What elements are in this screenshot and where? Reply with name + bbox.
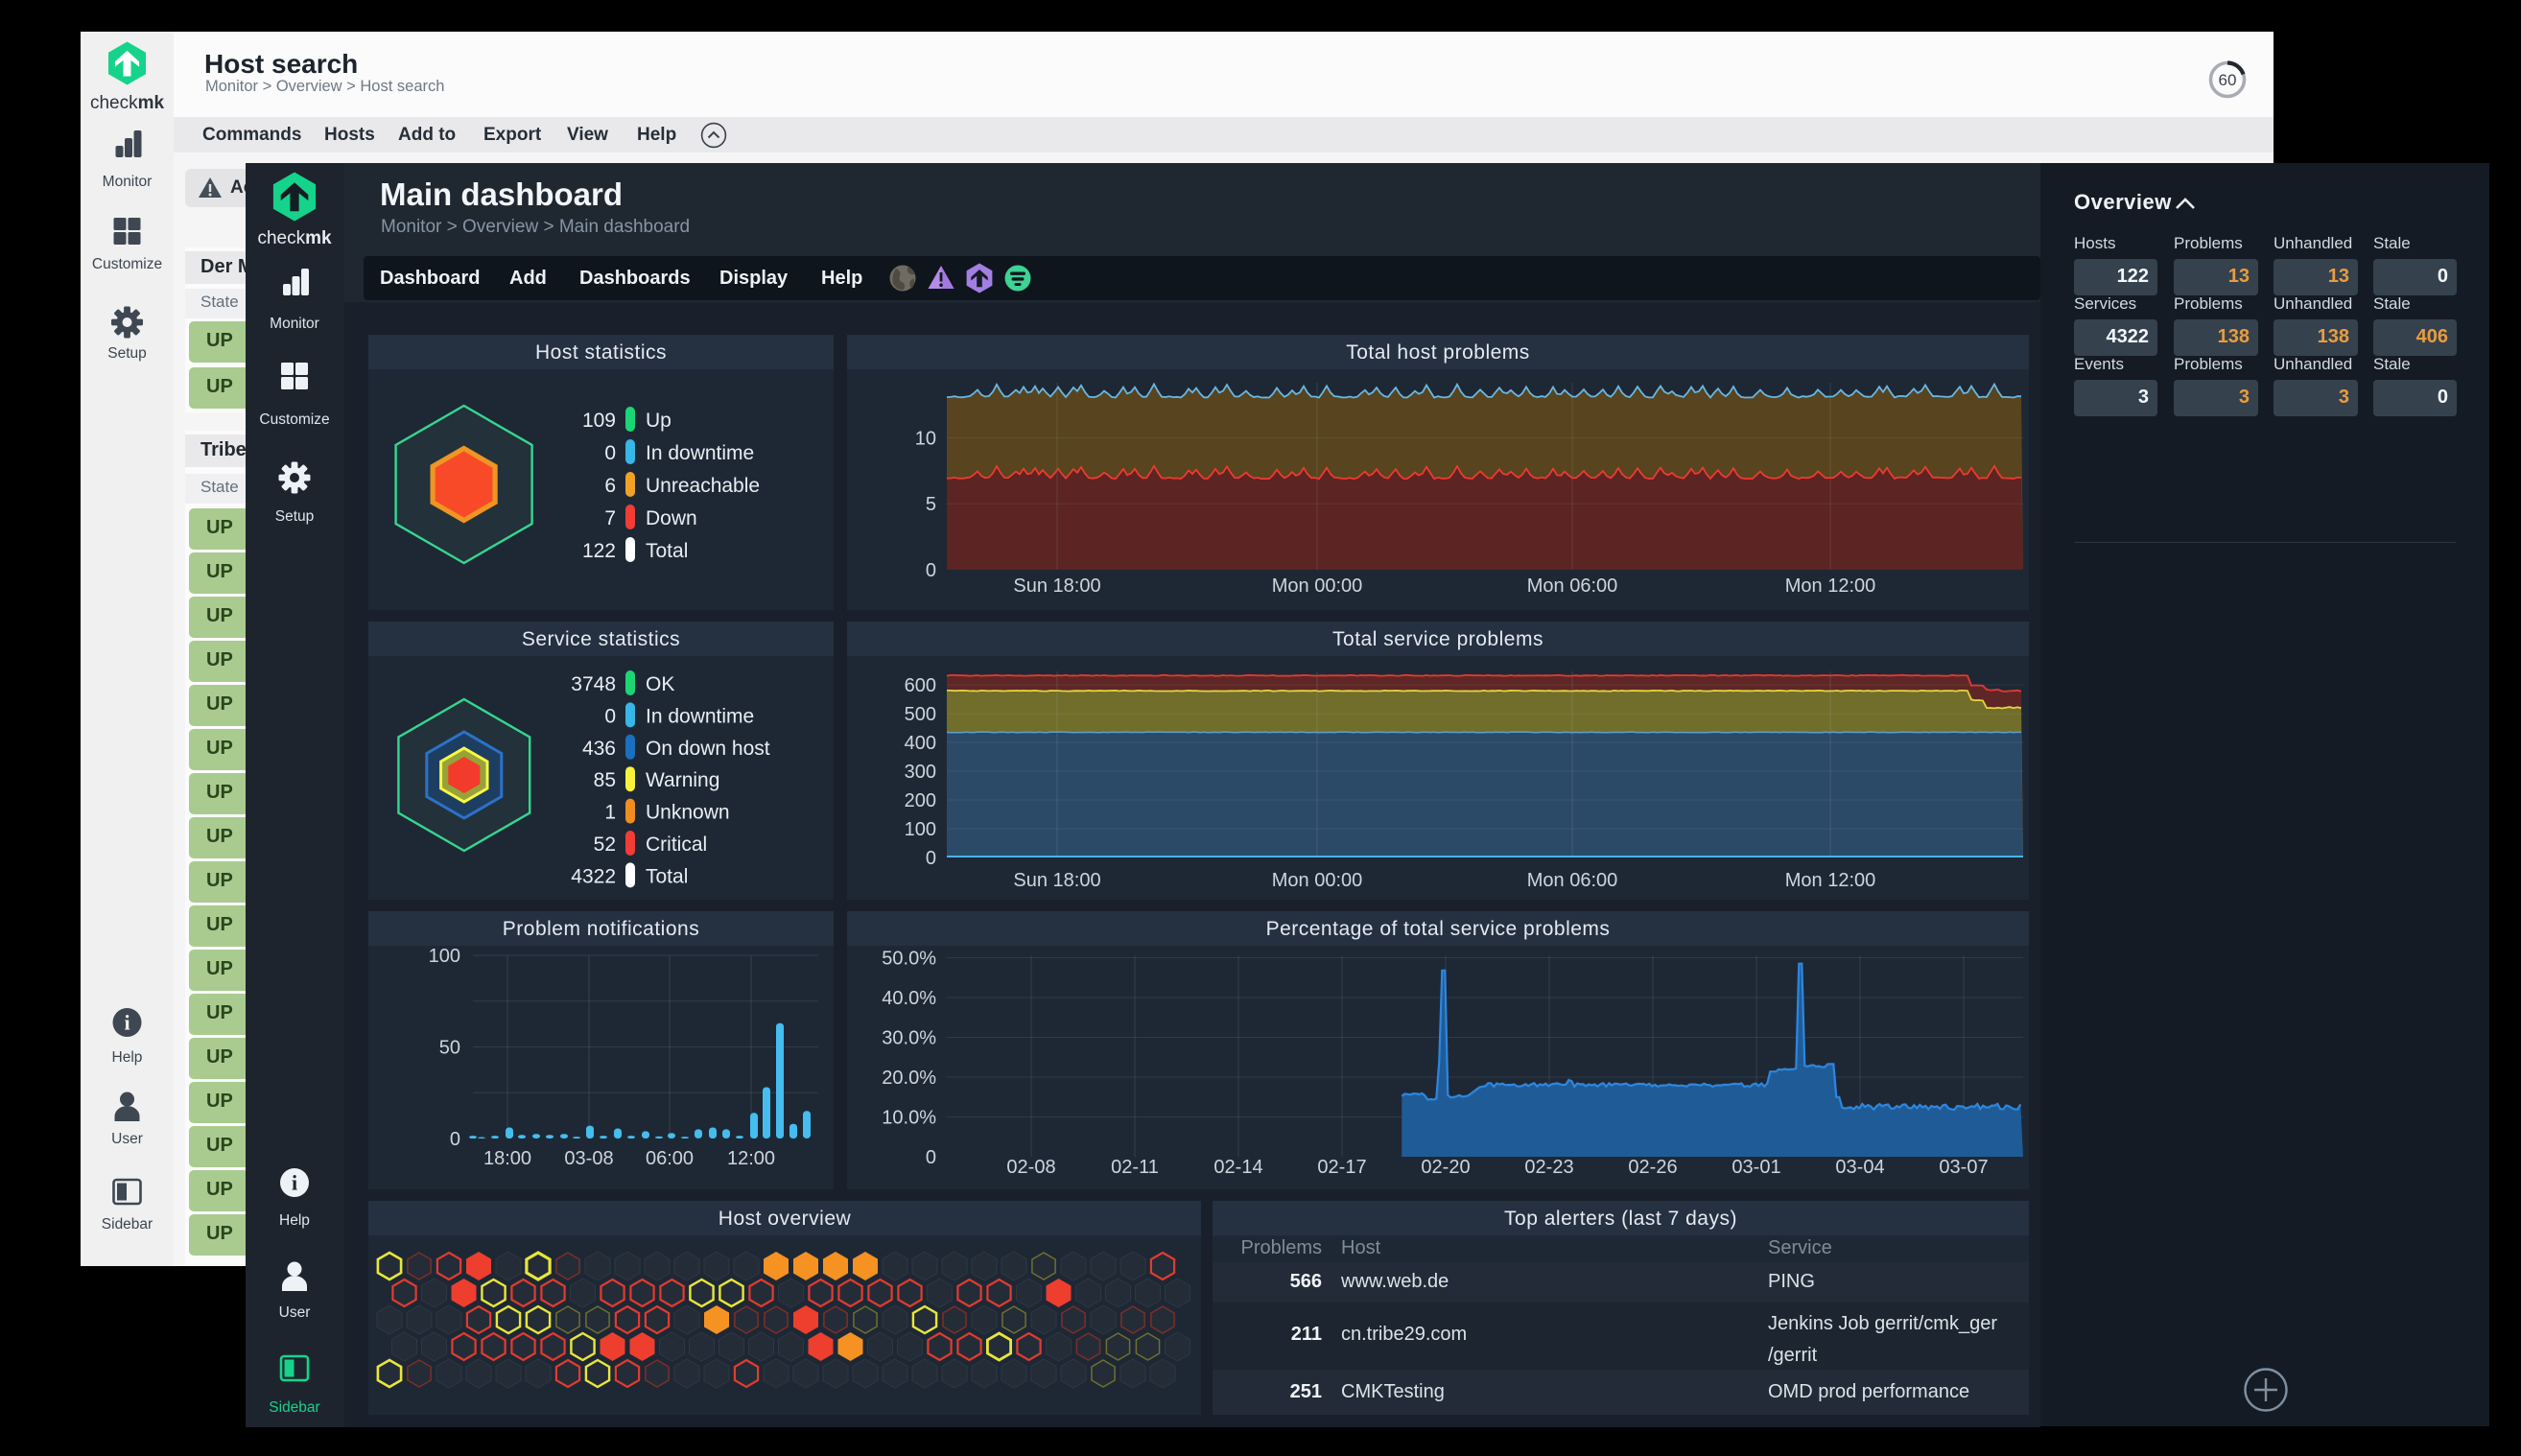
svg-text:Sidebar: Sidebar (269, 1399, 319, 1416)
svg-text:109: 109 (582, 410, 616, 432)
svg-text:03-01: 03-01 (1732, 1157, 1780, 1178)
svg-text:03-04: 03-04 (1835, 1157, 1884, 1178)
svg-text:Monitor: Monitor (270, 316, 319, 332)
svg-text:52: 52 (594, 834, 616, 856)
svg-text:Mon 00:00: Mon 00:00 (1272, 575, 1363, 597)
svg-text:Mon 12:00: Mon 12:00 (1785, 870, 1876, 891)
svg-text:0: 0 (926, 848, 936, 869)
svg-text:20.0%: 20.0% (882, 1068, 936, 1089)
svg-text:400: 400 (905, 733, 936, 754)
svg-text:Up: Up (646, 410, 671, 432)
svg-text:100: 100 (429, 946, 460, 967)
svg-text:User: User (279, 1304, 311, 1321)
svg-text:5: 5 (926, 494, 936, 515)
svg-text:i: i (124, 1011, 130, 1035)
svg-text:Mon 06:00: Mon 06:00 (1527, 870, 1618, 891)
svg-text:30.0%: 30.0% (882, 1028, 936, 1049)
svg-text:Mon 12:00: Mon 12:00 (1785, 575, 1876, 597)
svg-text:Unknown: Unknown (646, 802, 730, 824)
svg-text:3748: 3748 (571, 673, 616, 695)
svg-text:10.0%: 10.0% (882, 1108, 936, 1129)
svg-text:Customize: Customize (259, 411, 329, 428)
svg-text:OK: OK (646, 673, 674, 695)
svg-text:18:00: 18:00 (483, 1148, 531, 1169)
svg-text:122: 122 (582, 540, 616, 562)
svg-text:03-08: 03-08 (564, 1148, 613, 1169)
svg-text:600: 600 (905, 675, 936, 696)
svg-text:Sidebar: Sidebar (102, 1216, 153, 1233)
svg-text:436: 436 (582, 738, 616, 760)
svg-text:i: i (292, 1171, 297, 1195)
svg-text:6: 6 (604, 475, 616, 497)
svg-text:Mon 00:00: Mon 00:00 (1272, 870, 1363, 891)
svg-text:On down host: On down host (646, 738, 770, 760)
svg-text:Sun 18:00: Sun 18:00 (1013, 870, 1100, 891)
svg-text:User: User (111, 1131, 143, 1147)
svg-text:Down: Down (646, 507, 697, 529)
svg-text:100: 100 (905, 819, 936, 840)
svg-text:02-14: 02-14 (1213, 1157, 1262, 1178)
svg-text:0: 0 (604, 442, 616, 464)
svg-text:50.0%: 50.0% (882, 949, 936, 970)
svg-text:Monitor: Monitor (103, 174, 153, 190)
svg-text:Help: Help (112, 1049, 143, 1066)
svg-text:200: 200 (905, 790, 936, 811)
svg-text:03-07: 03-07 (1939, 1157, 1988, 1178)
svg-text:Mon 06:00: Mon 06:00 (1527, 575, 1618, 597)
svg-text:Setup: Setup (107, 345, 147, 362)
svg-text:300: 300 (905, 762, 936, 783)
svg-text:02-11: 02-11 (1111, 1157, 1159, 1178)
svg-text:60: 60 (2219, 71, 2237, 89)
svg-text:0: 0 (926, 1147, 936, 1168)
svg-text:In downtime: In downtime (646, 442, 754, 464)
svg-text:Total: Total (646, 865, 688, 887)
svg-text:Help: Help (279, 1212, 310, 1229)
svg-text:In downtime: In downtime (646, 705, 754, 727)
svg-text:06:00: 06:00 (646, 1148, 694, 1169)
svg-text:50: 50 (439, 1038, 460, 1059)
svg-text:02-20: 02-20 (1421, 1157, 1470, 1178)
svg-text:10: 10 (915, 429, 936, 450)
svg-text:500: 500 (905, 704, 936, 725)
svg-text:02-08: 02-08 (1006, 1157, 1055, 1178)
svg-text:02-23: 02-23 (1524, 1157, 1573, 1178)
svg-text:1: 1 (604, 802, 616, 824)
svg-text:7: 7 (604, 507, 616, 529)
svg-text:Warning: Warning (646, 769, 719, 791)
svg-text:0: 0 (450, 1129, 460, 1150)
svg-text:02-17: 02-17 (1317, 1157, 1366, 1178)
svg-text:40.0%: 40.0% (882, 988, 936, 1009)
svg-text:85: 85 (594, 769, 616, 791)
svg-text:Sun 18:00: Sun 18:00 (1013, 575, 1100, 597)
svg-text:checkmk: checkmk (90, 93, 165, 113)
svg-text:Total: Total (646, 540, 688, 562)
svg-text:0: 0 (926, 560, 936, 581)
svg-text:checkmk: checkmk (257, 228, 332, 248)
svg-text:Setup: Setup (275, 508, 315, 525)
svg-text:4322: 4322 (571, 865, 616, 887)
svg-text:Unreachable: Unreachable (646, 475, 760, 497)
svg-text:Customize: Customize (92, 256, 162, 272)
svg-text:Critical: Critical (646, 834, 707, 856)
svg-text:0: 0 (604, 705, 616, 727)
svg-text:12:00: 12:00 (727, 1148, 775, 1169)
svg-text:02-26: 02-26 (1628, 1157, 1677, 1178)
